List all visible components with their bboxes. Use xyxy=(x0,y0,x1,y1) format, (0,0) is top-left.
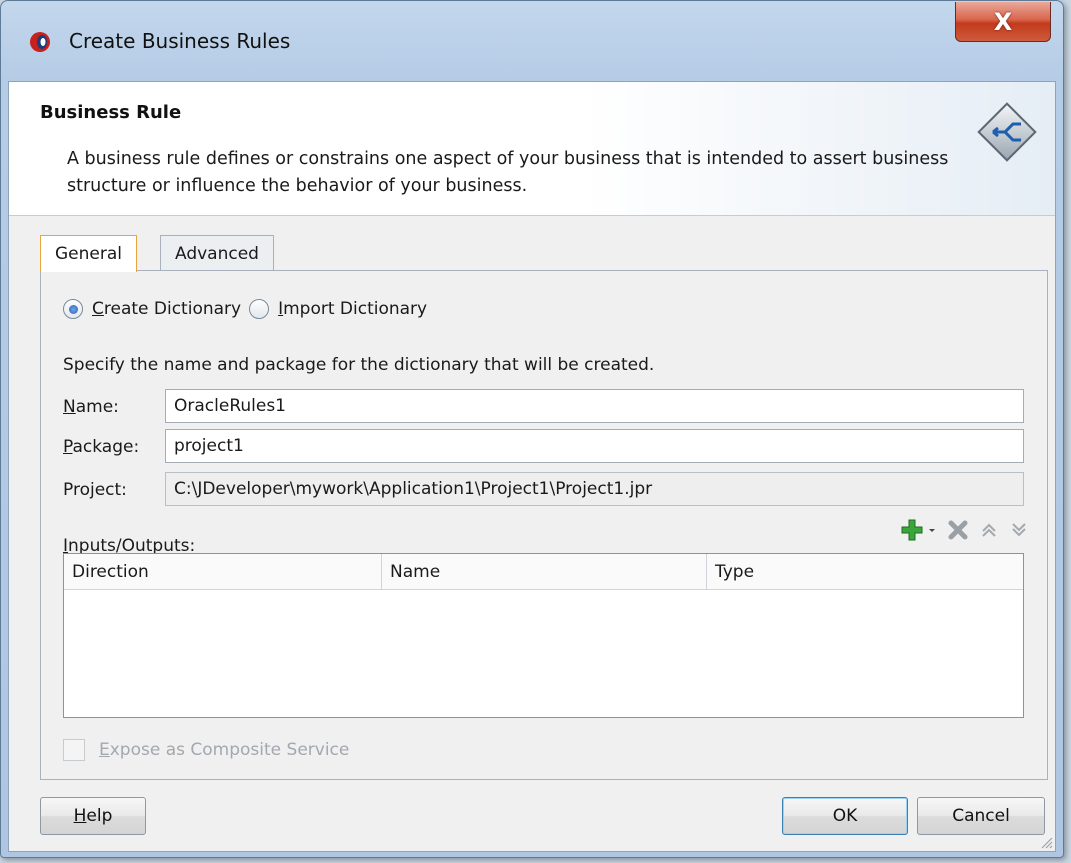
double-chevron-up-icon xyxy=(982,523,996,537)
banner-description: A business rule defines or constrains on… xyxy=(67,149,949,196)
close-icon: X xyxy=(993,7,1013,36)
business-rule-icon xyxy=(977,102,1037,162)
plus-icon xyxy=(901,519,923,541)
column-header-direction[interactable]: Direction xyxy=(64,554,382,590)
delete-row-button[interactable] xyxy=(947,519,969,541)
project-label: Project: xyxy=(63,480,127,500)
tab-advanced-label: Advanced xyxy=(175,243,259,264)
help-button[interactable]: Help xyxy=(40,797,146,835)
window-title: Create Business Rules xyxy=(69,29,291,53)
help-button-label: Help xyxy=(73,806,113,826)
create-dictionary-radio[interactable] xyxy=(63,299,83,319)
close-button[interactable]: X xyxy=(955,2,1051,42)
instruction-text: Specify the name and package for the dic… xyxy=(63,355,655,375)
io-toolbar xyxy=(901,519,1029,541)
delete-icon xyxy=(948,520,968,540)
package-label: Package: xyxy=(63,437,140,457)
tab-general-label: General xyxy=(55,244,122,264)
table-header: Direction Name Type xyxy=(64,554,1023,590)
import-dictionary-label[interactable]: Import Dictionary xyxy=(278,299,427,319)
create-dictionary-label[interactable]: Create Dictionary xyxy=(92,299,241,319)
cancel-button[interactable]: Cancel xyxy=(917,797,1045,835)
cancel-button-label: Cancel xyxy=(952,806,1010,826)
column-header-type[interactable]: Type xyxy=(707,554,1023,590)
import-dictionary-radio[interactable] xyxy=(249,299,270,319)
move-down-button[interactable] xyxy=(1009,520,1029,540)
radio-selected-dot xyxy=(68,304,78,314)
move-up-button[interactable] xyxy=(979,520,999,540)
name-input[interactable]: OracleRules1 xyxy=(165,389,1024,423)
expose-composite-checkbox[interactable] xyxy=(63,739,85,761)
expose-composite-option: Expose as Composite Service xyxy=(63,739,349,761)
dialog-window: Create Business Rules X Business Rule A … xyxy=(0,0,1064,858)
title-bar[interactable]: Create Business Rules X xyxy=(1,1,1063,81)
tab-general[interactable]: General xyxy=(40,235,137,272)
dictionary-mode-group: Create Dictionary Import Dictionary xyxy=(63,299,435,319)
project-field: C:\JDeveloper\mywork\Application1\Projec… xyxy=(165,472,1024,506)
add-row-button[interactable] xyxy=(901,519,937,541)
column-header-name[interactable]: Name xyxy=(382,554,707,590)
double-chevron-down-icon xyxy=(1012,523,1026,537)
dialog-content: Business Rule A business rule defines or… xyxy=(8,81,1056,852)
ok-button[interactable]: OK xyxy=(782,797,908,835)
expose-composite-label: Expose as Composite Service xyxy=(99,740,350,760)
banner-title: Business Rule xyxy=(40,102,182,123)
chevron-down-icon xyxy=(929,529,935,532)
header-banner: Business Rule A business rule defines or… xyxy=(9,82,1055,216)
resize-grip-icon[interactable] xyxy=(1039,835,1053,849)
name-label: Name: xyxy=(63,397,119,417)
package-input[interactable]: project1 xyxy=(165,429,1024,463)
ok-button-label: OK xyxy=(832,806,858,826)
oracle-app-icon xyxy=(30,32,50,52)
inputs-outputs-table[interactable]: Direction Name Type xyxy=(63,553,1024,718)
general-panel: Create Dictionary Import Dictionary Spec… xyxy=(40,270,1048,780)
tab-advanced[interactable]: Advanced xyxy=(160,235,274,271)
